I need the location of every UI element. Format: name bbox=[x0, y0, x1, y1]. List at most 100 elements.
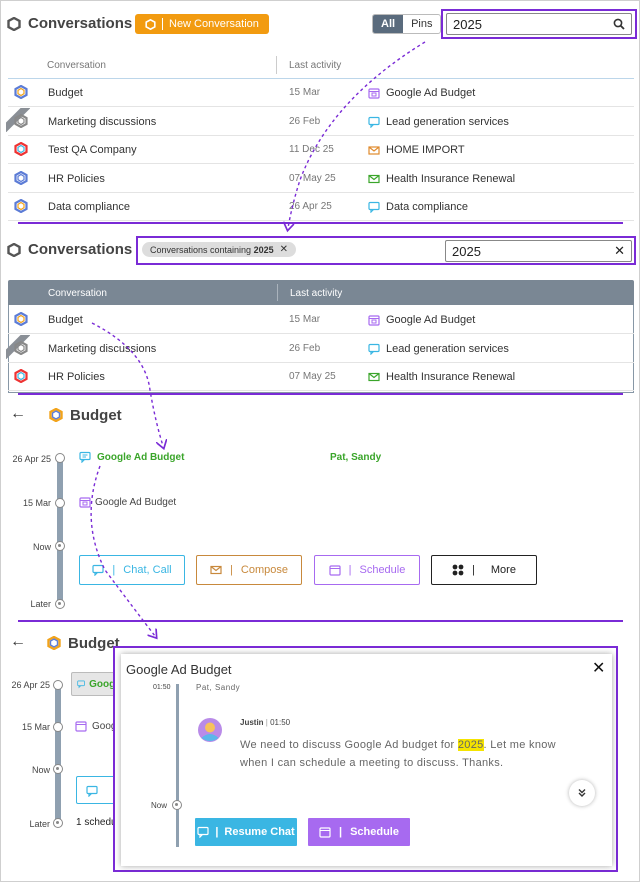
conversation-hex-icon bbox=[14, 113, 28, 128]
conversation-name: Data compliance bbox=[48, 201, 130, 213]
filter-all[interactable]: All bbox=[373, 15, 404, 33]
compose-button[interactable]: | Compose bbox=[196, 555, 302, 585]
last-activity-date: 26 Feb bbox=[289, 342, 321, 354]
table-row[interactable]: Marketing discussions 26 Feb Lead generati… bbox=[6, 334, 634, 363]
timeline-event-selected[interactable]: Googl bbox=[71, 672, 119, 696]
last-activity-subject: Google Ad Budget bbox=[386, 87, 476, 99]
table-row[interactable]: Marketing discussions 26 Feb Lead generati… bbox=[6, 107, 634, 136]
message-body: We need to discuss Google Ad budget for … bbox=[240, 736, 565, 772]
conversation-hex-icon bbox=[14, 312, 28, 326]
popup-schedule-button[interactable]: | Schedule bbox=[308, 818, 410, 846]
search-input[interactable]: 2025 bbox=[446, 13, 632, 35]
timeline-later-label: Later bbox=[29, 819, 50, 829]
mail-icon bbox=[368, 372, 380, 382]
mail-open-icon bbox=[368, 146, 380, 155]
conversation-hex-icon bbox=[14, 369, 28, 383]
last-activity-subject: Google Ad Budget bbox=[386, 314, 476, 326]
back-arrow-icon[interactable]: ← bbox=[10, 405, 26, 423]
chat-icon bbox=[368, 116, 380, 128]
timeline-later-node bbox=[55, 599, 65, 609]
mail-icon bbox=[368, 174, 380, 183]
column-header-last-activity[interactable]: Last activity bbox=[290, 288, 342, 299]
last-activity-date: 15 Mar bbox=[289, 314, 321, 325]
timeline-now-label: Now bbox=[32, 542, 51, 552]
column-header-conversation[interactable]: Conversation bbox=[48, 288, 107, 299]
resume-chat-button[interactable]: | Resume Chat bbox=[195, 818, 297, 846]
close-icon[interactable]: ✕ bbox=[592, 658, 605, 678]
mail-icon bbox=[210, 565, 222, 575]
chat-icon bbox=[197, 826, 209, 838]
timeline-event[interactable]: Google Ad Budget bbox=[79, 451, 184, 463]
column-header-conversation[interactable]: Conversation bbox=[47, 60, 106, 71]
column-header-last-activity[interactable]: Last activity bbox=[289, 60, 341, 71]
chat-icon bbox=[368, 201, 380, 213]
timeline-event[interactable]: Goog bbox=[75, 720, 116, 732]
clear-search-icon[interactable]: ✕ bbox=[614, 243, 625, 259]
popup-schedule-label: Schedule bbox=[350, 826, 399, 838]
timeline-node bbox=[53, 680, 63, 690]
timeline-date: 15 Mar bbox=[22, 498, 51, 508]
timeline-date: 26 Apr 25 bbox=[12, 454, 51, 464]
budget-logo-icon bbox=[47, 636, 61, 650]
timeline-node bbox=[53, 722, 63, 732]
conversation-name: Marketing discussions bbox=[48, 342, 157, 355]
conversation-name: HR Policies bbox=[48, 172, 105, 185]
budget-logo-icon bbox=[49, 408, 63, 422]
timeline-date: 26 Apr 25 bbox=[11, 680, 50, 690]
chat-call-button[interactable] bbox=[76, 776, 116, 804]
chat-icon bbox=[92, 564, 105, 576]
last-activity-subject: Health Insurance Renewal bbox=[386, 172, 516, 185]
table-row[interactable]: Data compliance 26 Apr 25 Data compliance bbox=[8, 193, 634, 221]
chat-call-button[interactable]: | Chat, Call bbox=[79, 555, 185, 585]
schedule-label: Schedule bbox=[359, 564, 406, 576]
timeline-event[interactable]: Google Ad Budget bbox=[79, 496, 176, 508]
conversation-name: Test QA Company bbox=[48, 144, 137, 156]
timeline-now-label: Now bbox=[31, 765, 50, 775]
table-row[interactable]: Test QA Company 11 Dec 25 HOME IMPORT bbox=[8, 136, 634, 164]
popup-title: Google Ad Budget bbox=[126, 662, 232, 677]
timeline-node bbox=[55, 498, 65, 508]
chat-icon bbox=[77, 680, 85, 689]
last-activity-date: 07 May 25 bbox=[289, 172, 336, 184]
new-conversation-button[interactable]: New Conversation bbox=[135, 14, 269, 34]
conversation-hex-icon bbox=[14, 142, 28, 156]
hex-icon bbox=[145, 18, 156, 30]
last-activity-date: 26 Feb bbox=[289, 115, 321, 127]
page-title: Conversations bbox=[28, 15, 133, 32]
conversation-hex-icon bbox=[14, 340, 28, 355]
last-activity-date: 07 May 25 bbox=[289, 371, 336, 382]
timeline-track bbox=[55, 686, 61, 822]
search-value: 2025 bbox=[453, 16, 482, 32]
table-row[interactable]: HR Policies 07 May 25 Health Insurance Ren… bbox=[8, 165, 634, 193]
chip-prefix: Conversations containing bbox=[150, 244, 252, 255]
search-filter-chip: Conversations containing 2025 ✕ bbox=[142, 242, 296, 257]
chat-call-label: Chat, Call bbox=[123, 564, 172, 576]
search-term-highlight: 2025 bbox=[457, 739, 484, 751]
message-preview-popup: Google Ad Budget ✕ 01:50 Pat, Sandy Now … bbox=[121, 654, 612, 866]
filter-pins[interactable]: Pins bbox=[403, 15, 440, 33]
table-row[interactable]: Budget 15 Mar Google Ad Budget bbox=[8, 79, 634, 107]
back-arrow-icon[interactable]: ← bbox=[10, 633, 26, 651]
double-chevron-down-icon bbox=[578, 789, 586, 797]
chip-term: 2025 bbox=[253, 244, 274, 255]
chip-close-icon[interactable]: ✕ bbox=[280, 244, 288, 255]
event-subject: Google Ad Budget bbox=[97, 451, 185, 463]
conversation-title: Budget bbox=[68, 635, 120, 652]
search-input[interactable]: 2025 ✕ bbox=[445, 240, 632, 262]
more-button[interactable]: | More bbox=[431, 555, 537, 585]
search-icon[interactable] bbox=[613, 18, 625, 30]
schedule-button[interactable]: | Schedule bbox=[314, 555, 420, 585]
table-row[interactable]: HR Policies 07 May 25 Health Insurance Ren… bbox=[8, 363, 634, 391]
last-activity-date: 15 Mar bbox=[289, 87, 321, 98]
message-time: 01:50 bbox=[270, 718, 291, 727]
last-activity-subject: Lead generation services bbox=[386, 115, 509, 128]
filter-toggle[interactable]: All Pins bbox=[372, 14, 442, 34]
timeline-now-node bbox=[55, 541, 65, 551]
scroll-down-button[interactable] bbox=[569, 780, 595, 806]
popup-participants: Pat, Sandy bbox=[196, 683, 241, 692]
app-logo-icon bbox=[7, 17, 21, 31]
more-label: More bbox=[490, 564, 516, 576]
event-subject: Google Ad Budget bbox=[95, 496, 177, 508]
table-row[interactable]: Budget 15 Mar Google Ad Budget bbox=[8, 306, 634, 334]
last-activity-subject: Lead generation services bbox=[386, 342, 509, 355]
